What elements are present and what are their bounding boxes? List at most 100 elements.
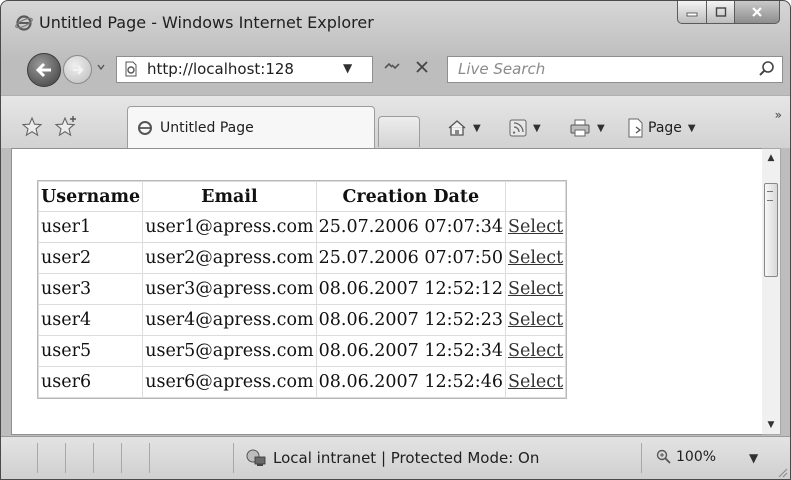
status-divider (93, 443, 94, 473)
favorites-star-icon[interactable] (21, 116, 43, 138)
select-link[interactable]: Select (508, 310, 563, 330)
users-gridview: Username Email Creation Date user1 user1… (36, 180, 568, 399)
select-link[interactable]: Select (508, 372, 563, 392)
cell-creation-date: 08.06.2007 12:52:46 (315, 366, 506, 398)
page-menu-icon (628, 118, 643, 138)
cell-username: user2 (37, 242, 144, 274)
address-dropdown-icon[interactable]: ▼ (343, 61, 352, 75)
cell-creation-date: 08.06.2007 12:52:23 (315, 304, 506, 336)
status-divider (641, 443, 642, 473)
zoom-label: 100% (676, 449, 717, 465)
address-bar[interactable]: http://localhost:128 ▼ (116, 56, 373, 83)
cell-email: user5@apress.com (142, 335, 317, 367)
vertical-scrollbar[interactable]: ▲ ▼ (762, 148, 781, 435)
home-button[interactable]: ▼ (447, 116, 481, 140)
page-icon (125, 61, 137, 77)
cell-action: Select (504, 335, 567, 367)
close-icon (752, 7, 762, 17)
address-url[interactable]: http://localhost:128 (147, 60, 339, 78)
page-content: Username Email Creation Date user1 user1… (11, 148, 764, 435)
close-button[interactable] (735, 1, 780, 24)
status-divider (121, 443, 122, 473)
select-link[interactable]: Select (508, 341, 563, 361)
title-bar: Untitled Page - Windows Internet Explore… (1, 1, 790, 45)
minimize-button[interactable] (677, 1, 707, 24)
cell-username: user1 (37, 211, 144, 243)
security-zone[interactable]: Local intranet | Protected Mode: On (245, 449, 539, 467)
page-menu-dropdown-icon: ▼ (687, 122, 696, 134)
tab-untitled-page[interactable]: Untitled Page (127, 106, 375, 148)
intranet-zone-icon (246, 449, 266, 466)
cell-creation-date: 25.07.2006 07:07:50 (315, 242, 506, 274)
search-placeholder[interactable]: Live Search (458, 60, 545, 78)
refresh-button[interactable] (379, 57, 405, 81)
maximize-button[interactable] (707, 1, 735, 24)
cell-email: user2@apress.com (142, 242, 317, 274)
page-menu-button[interactable]: Page ▼ (627, 116, 696, 140)
select-link[interactable]: Select (508, 279, 563, 299)
add-favorites-icon[interactable] (53, 116, 77, 138)
feeds-icon (509, 119, 527, 137)
cell-action: Select (504, 273, 567, 305)
cell-email: user3@apress.com (142, 273, 317, 305)
zoom-level[interactable]: 100% (656, 449, 716, 465)
forward-button[interactable] (63, 55, 92, 84)
security-zone-label: Local intranet | Protected Mode: On (273, 449, 540, 467)
zoom-icon (656, 449, 671, 464)
cell-username: user4 (37, 304, 144, 336)
cell-action: Select (504, 211, 567, 243)
cell-email: user6@apress.com (142, 366, 317, 398)
back-button[interactable] (27, 53, 61, 87)
print-icon (570, 119, 590, 137)
cell-username: user3 (37, 273, 144, 305)
search-box[interactable]: Live Search (447, 56, 783, 83)
search-icon[interactable] (758, 60, 776, 78)
feeds-button[interactable]: ▼ (509, 116, 541, 140)
navigation-bar: http://localhost:128 ▼ Live Search (1, 49, 790, 89)
cell-creation-date: 08.06.2007 12:52:12 (315, 273, 506, 305)
maximize-icon (715, 7, 726, 17)
home-dropdown-icon[interactable]: ▼ (473, 123, 481, 134)
window-title: Untitled Page - Windows Internet Explore… (39, 13, 374, 32)
ie-logo-icon (15, 15, 33, 31)
new-tab-button[interactable] (378, 116, 420, 147)
column-header-creation-date: Creation Date (315, 181, 506, 212)
cell-username: user5 (37, 335, 144, 367)
table-header-row: Username Email Creation Date (37, 181, 567, 212)
status-bar: Local intranet | Protected Mode: On 100%… (1, 436, 790, 479)
home-icon (448, 120, 466, 136)
cell-username: user6 (37, 366, 144, 398)
cell-action: Select (504, 366, 567, 398)
scroll-up-icon[interactable]: ▲ (762, 153, 780, 163)
command-bar: Untitled Page ▼ ▼ ▼ Page ▼ » (1, 95, 790, 148)
cell-email: user1@apress.com (142, 211, 317, 243)
recent-pages-chevron-down-icon[interactable] (95, 61, 107, 73)
select-link[interactable]: Select (508, 217, 563, 237)
caption-buttons (677, 1, 780, 25)
print-dropdown-icon[interactable]: ▼ (597, 123, 605, 134)
table-row: user1 user1@apress.com 25.07.2006 07:07:… (37, 211, 567, 243)
resize-grip-icon[interactable] (776, 466, 788, 478)
column-header-action (504, 181, 567, 212)
toolbar-overflow-chevron-icon[interactable]: » (775, 108, 782, 122)
minimize-icon (686, 12, 698, 17)
cell-creation-date: 25.07.2006 07:07:34 (315, 211, 506, 243)
stop-button[interactable] (409, 57, 435, 81)
table-row: user4 user4@apress.com 08.06.2007 12:52:… (37, 304, 567, 336)
table-row: user3 user3@apress.com 08.06.2007 12:52:… (37, 273, 567, 305)
scroll-down-icon[interactable]: ▼ (762, 420, 780, 430)
tab-label: Untitled Page (160, 120, 254, 136)
table-row: user6 user6@apress.com 08.06.2007 12:52:… (37, 366, 567, 398)
cell-action: Select (504, 304, 567, 336)
cell-creation-date: 08.06.2007 12:52:34 (315, 335, 506, 367)
forward-arrow-icon (72, 64, 84, 75)
feeds-dropdown-icon[interactable]: ▼ (533, 123, 541, 134)
back-arrow-icon (35, 62, 51, 78)
select-link[interactable]: Select (508, 248, 563, 268)
status-divider (233, 443, 234, 473)
zoom-dropdown-icon[interactable]: ▼ (749, 451, 758, 465)
table-row: user2 user2@apress.com 25.07.2006 07:07:… (37, 242, 567, 274)
status-divider (65, 443, 66, 473)
print-button[interactable]: ▼ (569, 116, 605, 140)
scrollbar-grip-icon (767, 191, 773, 201)
